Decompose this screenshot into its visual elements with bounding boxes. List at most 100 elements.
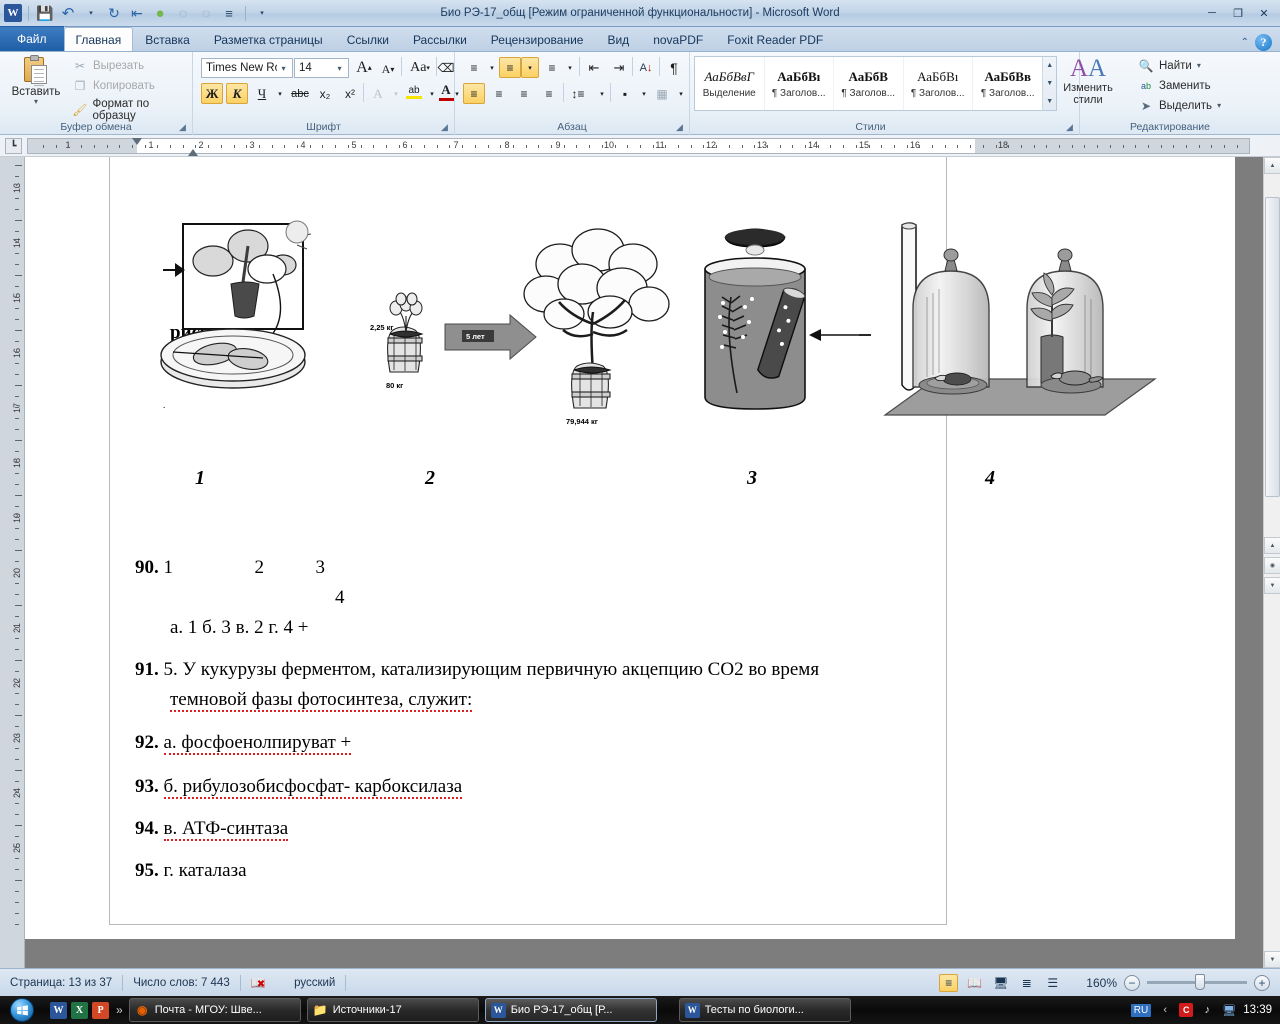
numbering-button[interactable]: ≡ <box>499 57 521 78</box>
paste-button[interactable]: Вставить ▾ <box>8 55 64 114</box>
antivirus-tray-icon[interactable]: C <box>1179 1003 1194 1017</box>
paste-caret-icon[interactable]: ▾ <box>34 98 38 106</box>
tab-review[interactable]: Рецензирование <box>479 28 596 51</box>
styles-scroll-down-icon[interactable]: ▼ <box>1043 75 1056 92</box>
styles-scroll-up-icon[interactable]: ▲ <box>1043 57 1056 74</box>
powerpoint-quicklaunch-icon[interactable]: P <box>92 1001 109 1019</box>
minimize-button[interactable]: ─ <box>1199 4 1225 23</box>
list-item-91[interactable]: 91. 5. У кукурузы ферментом, катализирую… <box>135 657 819 683</box>
borders-dropdown-icon[interactable]: ▾ <box>672 83 690 104</box>
subscript-button[interactable]: x₂ <box>314 83 336 104</box>
zoom-level-label[interactable]: 160% <box>1086 976 1117 990</box>
next-page-icon[interactable]: ▼ <box>1264 577 1280 594</box>
list-item-90-cont[interactable]: 4 <box>335 585 345 611</box>
taskbar-window-word-active[interactable]: W Био РЭ-17_общ [Р... <box>484 998 657 1022</box>
clear-formatting-icon[interactable]: ⌫ <box>438 57 455 78</box>
align-right-button[interactable]: ≡ <box>513 83 535 104</box>
tab-insert[interactable]: Вставка <box>133 28 202 51</box>
list-icon[interactable]: ≡ <box>219 3 239 23</box>
multilevel-list-button[interactable]: ≡ <box>541 57 563 78</box>
quick-print-icon[interactable]: ⇤ <box>127 3 147 23</box>
first-line-indent-marker[interactable] <box>132 138 142 145</box>
zoom-in-button[interactable]: + <box>1254 974 1270 991</box>
font-size-combo[interactable]: 14 ▾ <box>294 58 349 78</box>
highlight-button[interactable]: ab <box>403 81 425 102</box>
close-button[interactable]: ✕ <box>1251 4 1277 23</box>
underline-button[interactable]: Ч <box>251 83 273 104</box>
style-item[interactable]: АаБбВвГ Выделение <box>695 57 765 110</box>
page-indicator[interactable]: Страница: 13 из 37 <box>0 973 122 993</box>
style-item[interactable]: АаБбВв ¶ Заголов... <box>973 57 1042 110</box>
find-button[interactable]: 🔍 Найти ▾ <box>1138 58 1201 74</box>
proofing-status[interactable]: 📖✖ <box>241 973 284 993</box>
chevron-down-icon[interactable]: ▾ <box>277 64 290 73</box>
horizontal-ruler[interactable]: ┗ 11234567891011121314151618 <box>0 135 1280 157</box>
line-spacing-button[interactable]: ↕≡ <box>567 83 589 104</box>
tab-stop-selector[interactable]: ┗ <box>5 138 22 154</box>
style-item[interactable]: АаБбВı ¶ Заголов... <box>765 57 834 110</box>
shrink-font-button[interactable]: A ▾ <box>377 59 399 80</box>
quick-launch-overflow-icon[interactable]: » <box>113 1003 123 1017</box>
undo-icon[interactable]: ↶ <box>58 3 78 23</box>
superscript-button[interactable]: x² <box>339 83 361 104</box>
styles-more-icon[interactable]: ▼ <box>1043 93 1056 110</box>
taskbar-window-firefox[interactable]: ◉ Почта - МГОУ: Шве... <box>128 998 301 1022</box>
web-layout-view-icon[interactable]: 🖥 <box>991 974 1010 992</box>
forward-icon[interactable]: ◌ <box>196 3 216 23</box>
select-caret-icon[interactable]: ▾ <box>1217 102 1221 110</box>
show-formatting-marks-button[interactable]: ¶ <box>663 57 685 78</box>
excel-quicklaunch-icon[interactable]: X <box>71 1001 88 1019</box>
document-page[interactable]: рисунке: <box>25 157 1235 939</box>
decrease-indent-button[interactable]: ⇤ <box>583 57 605 78</box>
underline-dropdown-icon[interactable]: ▾ <box>271 83 289 104</box>
style-item[interactable]: АаБбВı ¶ Заголов... <box>904 57 973 110</box>
network-tray-icon[interactable]: 🖥 <box>1221 1002 1237 1018</box>
language-indicator-tray[interactable]: RU <box>1130 1003 1152 1017</box>
taskbar-window-folder[interactable]: 📁 Источники-17 <box>306 998 479 1022</box>
find-caret-icon[interactable]: ▾ <box>1197 62 1201 70</box>
tab-page-layout[interactable]: Разметка страницы <box>202 28 335 51</box>
language-indicator[interactable]: русский <box>284 973 345 993</box>
bold-button[interactable]: Ж <box>201 83 223 104</box>
draft-view-icon[interactable]: ☰ <box>1043 974 1062 992</box>
styles-scrollbar[interactable]: ▲ ▼ ▼ <box>1042 57 1057 110</box>
word-app-icon[interactable]: W <box>4 4 22 22</box>
styles-dialog-launcher-icon[interactable]: ◢ <box>1064 122 1075 133</box>
answer-options-90[interactable]: а. 1 б. 3 в. 2 г. 4 + <box>170 615 308 641</box>
shading-button[interactable]: ▪ <box>614 83 636 104</box>
text-effects-button[interactable]: A <box>367 83 389 104</box>
clipboard-dialog-launcher-icon[interactable]: ◢ <box>177 122 188 133</box>
font-name-combo[interactable]: Times New Rc ▾ <box>201 58 293 78</box>
list-item-90[interactable]: 90. 1 2 3 <box>135 555 325 581</box>
styles-gallery[interactable]: АаБбВвГ Выделение АаБбВı ¶ Заголов... Аа… <box>694 56 1057 111</box>
italic-button[interactable]: К <box>226 83 248 104</box>
change-case-button[interactable]: Aa ▾ <box>405 57 435 78</box>
tab-file[interactable]: Файл <box>0 26 64 51</box>
full-screen-reading-view-icon[interactable]: 📖 <box>965 974 984 992</box>
document-canvas[interactable]: рисунке: <box>25 157 1263 968</box>
tab-foxit-reader-pdf[interactable]: Foxit Reader PDF <box>715 28 835 51</box>
cut-button[interactable]: ✂ Вырезать <box>72 58 144 74</box>
minimize-ribbon-icon[interactable]: ⌃ <box>1241 37 1249 48</box>
volume-tray-icon[interactable]: ♪ <box>1199 1002 1215 1018</box>
show-hidden-icons-icon[interactable]: ‹ <box>1157 1002 1173 1018</box>
vertical-scroll-thumb[interactable] <box>1265 197 1280 497</box>
quick-access-toolbar[interactable]: W 💾 ↶ ▾ ↻ ⇤ ● ◌ ◌ ≡ ▾ <box>0 3 272 23</box>
zoom-slider-handle[interactable] <box>1195 974 1205 990</box>
list-item-91-cont[interactable]: темновой фазы фотосинтеза, служит: <box>170 687 473 713</box>
justify-button[interactable]: ≡ <box>538 83 560 104</box>
strikethrough-button[interactable]: abc <box>289 83 311 104</box>
copy-button[interactable]: ❐ Копировать <box>72 78 155 94</box>
increase-indent-button[interactable]: ⇥ <box>608 57 630 78</box>
format-painter-button[interactable]: 🖌 Формат по образцу <box>72 98 192 122</box>
paragraph-dialog-launcher-icon[interactable]: ◢ <box>674 122 685 133</box>
borders-button[interactable]: ▦ <box>651 83 673 104</box>
grow-font-button[interactable]: A ▴ <box>353 57 375 78</box>
select-browse-object-icon[interactable]: ◉ <box>1264 557 1280 574</box>
list-item-94[interactable]: 94. в. АТФ-синтаза <box>135 816 289 842</box>
word-count[interactable]: Число слов: 7 443 <box>123 973 240 993</box>
chevron-down-icon[interactable]: ▾ <box>333 64 346 73</box>
align-center-button[interactable]: ≡ <box>488 83 510 104</box>
tab-home[interactable]: Главная <box>63 27 134 51</box>
multilevel-dropdown-icon[interactable]: ▾ <box>561 57 579 78</box>
